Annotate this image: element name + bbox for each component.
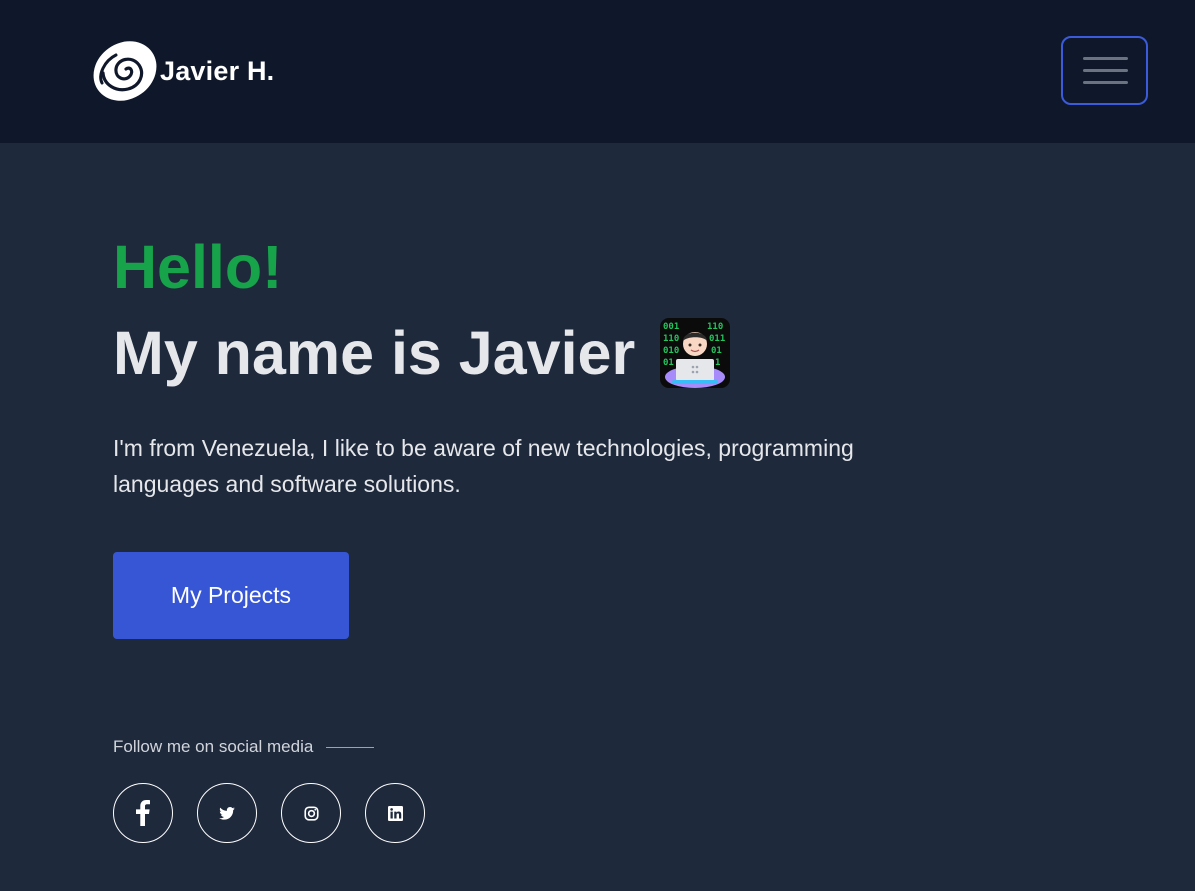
twitter-link[interactable] bbox=[197, 783, 257, 843]
hamburger-bar bbox=[1083, 81, 1128, 84]
social-heading: Follow me on social media bbox=[113, 736, 375, 758]
svg-text:110: 110 bbox=[707, 322, 723, 332]
svg-text:010: 010 bbox=[663, 346, 679, 356]
svg-text:01: 01 bbox=[711, 346, 722, 356]
linkedin-link[interactable] bbox=[365, 783, 425, 843]
greeting-text: Hello! bbox=[113, 233, 283, 301]
instagram-link[interactable] bbox=[281, 783, 341, 843]
divider-line bbox=[326, 746, 375, 748]
hamburger-bar bbox=[1083, 69, 1128, 72]
brand-link[interactable]: Javier H. bbox=[90, 39, 274, 103]
svg-text:001: 001 bbox=[663, 322, 679, 332]
svg-text:110: 110 bbox=[663, 334, 679, 344]
hero-heading: Hello! My name is Javier 001 110 110 011 0… bbox=[113, 232, 1013, 390]
menu-toggle-button[interactable] bbox=[1061, 36, 1148, 105]
svg-text:1: 1 bbox=[715, 358, 720, 368]
social-links bbox=[113, 783, 449, 843]
headline: My name is Javier 001 110 110 011 010 01 01… bbox=[113, 316, 1013, 390]
linkedin-icon bbox=[387, 805, 403, 821]
navbar: Javier H. bbox=[0, 0, 1195, 143]
technologist-emoji-icon: 001 110 110 011 010 01 01 1 bbox=[660, 318, 731, 388]
brand-name: Javier H. bbox=[160, 55, 275, 86]
facebook-icon bbox=[136, 800, 150, 826]
swirl-logo-icon bbox=[93, 41, 157, 101]
svg-text:01: 01 bbox=[663, 358, 674, 368]
instagram-icon bbox=[303, 805, 319, 821]
bio-text: I'm from Venezuela, I like to be aware o… bbox=[113, 435, 854, 497]
twitter-icon bbox=[219, 806, 235, 820]
facebook-link[interactable] bbox=[113, 783, 173, 843]
headline-text: My name is Javier bbox=[113, 319, 636, 387]
social-label: Follow me on social media bbox=[113, 737, 314, 756]
svg-text:011: 011 bbox=[709, 334, 725, 344]
hamburger-menu-icon bbox=[1083, 57, 1128, 60]
my-projects-button[interactable]: My Projects bbox=[113, 552, 349, 639]
